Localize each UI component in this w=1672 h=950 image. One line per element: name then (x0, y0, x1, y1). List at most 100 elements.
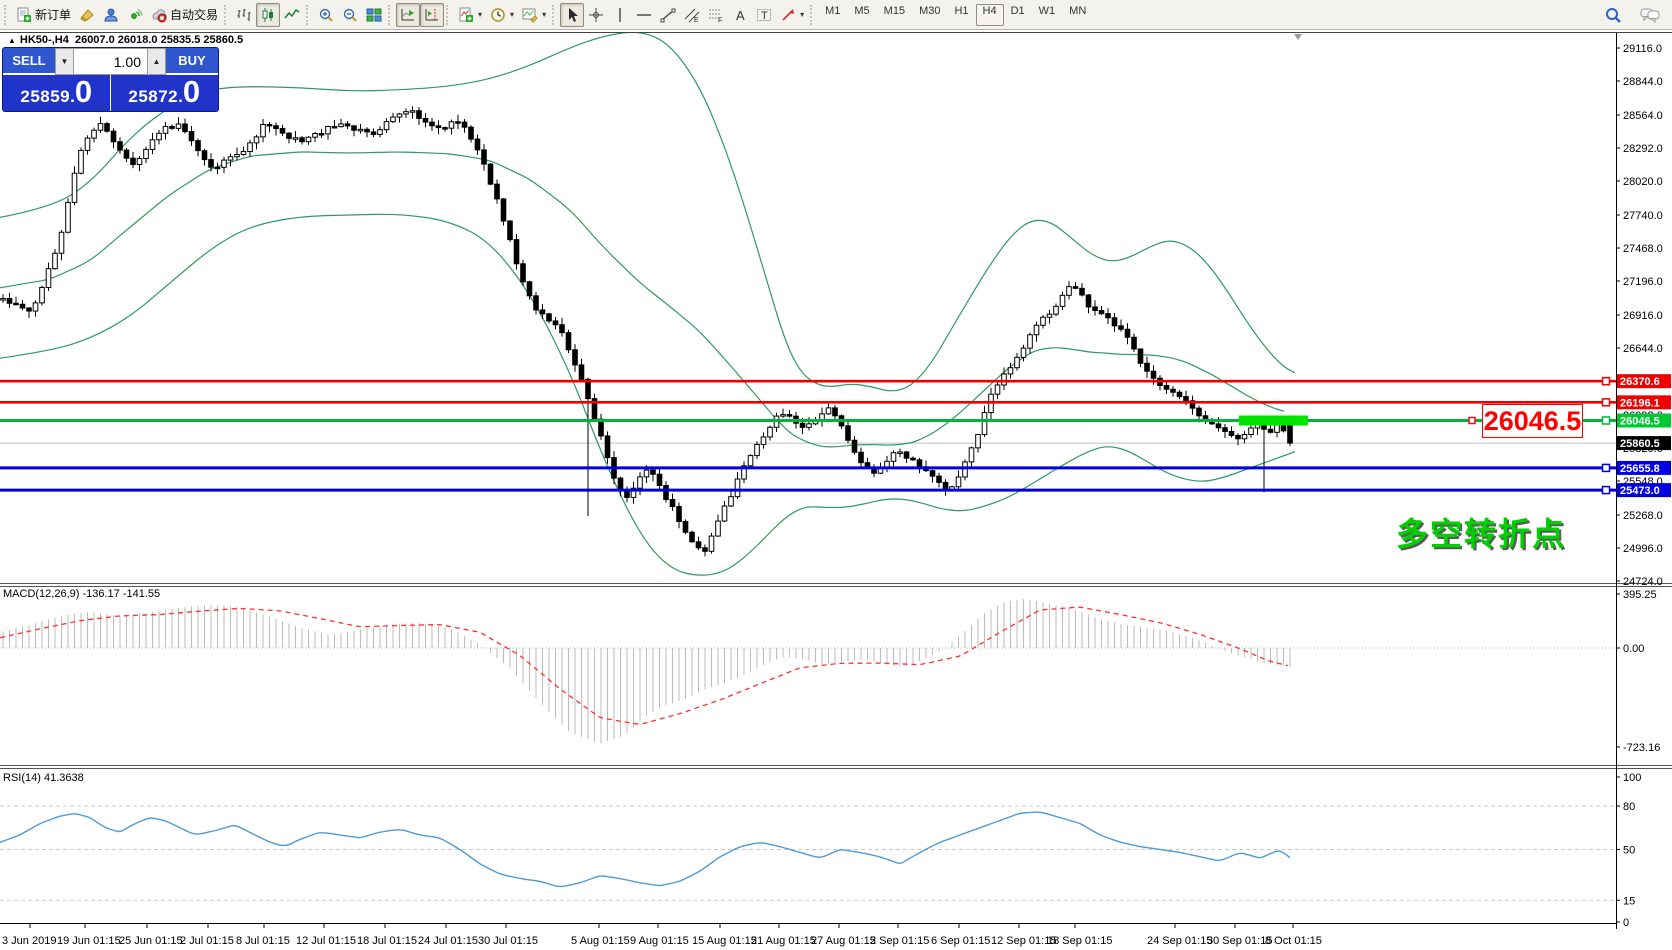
auto-trading-label: 自动交易 (170, 6, 218, 23)
symbol-info: ▲HK50-,H4 26007.0 26018.0 25835.5 25860.… (5, 34, 246, 46)
zoom-out-button[interactable] (338, 3, 362, 27)
macd-tick-label: -723.16 (1623, 742, 1660, 754)
horizontal-line-button[interactable] (632, 3, 656, 27)
turning-point-annotation[interactable]: 多空转折点 (1396, 509, 1566, 555)
toolbar-group-insert: ▾ ▾ ▾ (454, 1, 550, 29)
crosshair-icon (588, 7, 604, 23)
timeframe-tf-m5-button[interactable]: M5 (847, 4, 876, 26)
buy-price-pips: 0 (183, 77, 200, 107)
indicators-button[interactable]: ▾ (454, 3, 486, 27)
price-tick-label: 28292.0 (1623, 143, 1663, 155)
tf-d1-label: D1 (1011, 5, 1025, 17)
price-tag-25655.8: 25655.8 (1617, 461, 1671, 475)
rsi-indicator-label: RSI(14) 41.3638 (3, 772, 84, 784)
timeframe-tf-m1-button[interactable]: M1 (818, 4, 847, 26)
date-tick-label: 9 Aug 01:15 (630, 935, 689, 947)
eraser-button[interactable] (75, 3, 99, 27)
line-chart-button[interactable] (280, 3, 304, 27)
tf-mn-label: MN (1069, 5, 1086, 17)
panel-toggle-icon[interactable]: ▲ (8, 36, 16, 45)
trendline-button[interactable] (656, 3, 680, 27)
clock-icon (490, 7, 506, 23)
templates-button[interactable]: ▾ (518, 3, 550, 27)
price-tick-label: 25268.0 (1623, 510, 1663, 522)
auto-trading-button[interactable]: 自动交易 (147, 3, 222, 27)
timeframe-tf-w1-button[interactable]: W1 (1032, 4, 1063, 26)
text-label-button[interactable]: T (752, 3, 776, 27)
rsi-tick-label: 0 (1623, 917, 1629, 929)
tf-m1-label: M1 (825, 5, 840, 17)
crosshair-button[interactable] (584, 3, 608, 27)
tile-windows-button[interactable] (362, 3, 386, 27)
fibo-icon: F (708, 7, 724, 23)
volume-input[interactable]: 1.00 (74, 48, 147, 75)
toolbar: 新订单 自动交易 ▾ ▾ ▾ E F AT ▾ M1 M5 M15 M30H1 H4 D1 W1 MN (0, 0, 1672, 30)
price-tag-25473.0: 25473.0 (1617, 483, 1671, 497)
chart-shift-button[interactable] (420, 3, 444, 27)
bar-chart-button[interactable] (232, 3, 256, 27)
equidistant-channel-button[interactable]: E (680, 3, 704, 27)
template-icon (522, 7, 538, 23)
signal-icon (127, 7, 143, 23)
price-annotation-label[interactable]: 26046.5 (1482, 404, 1583, 438)
profile-icon (103, 7, 119, 23)
sell-price-pips: 0 (75, 77, 92, 107)
timeframe-tf-mn-button[interactable]: MN (1062, 4, 1093, 26)
date-tick-label: 24 Sep 01:15 (1147, 935, 1212, 947)
zoom-in-button[interactable] (314, 3, 338, 27)
date-tick-label: 12 Jul 01:15 (296, 935, 356, 947)
price-tick-label: 28020.0 (1623, 176, 1663, 188)
eraser-icon (79, 7, 95, 23)
volume-decrease-button[interactable]: ▼ (55, 48, 74, 75)
hline-handle (1603, 464, 1610, 471)
textT-icon: T (756, 7, 772, 23)
vertical-line-button[interactable] (608, 3, 632, 27)
candles-icon (260, 7, 276, 23)
fibonacci-button[interactable]: F (704, 3, 728, 27)
timeframe-tf-m30-button[interactable]: M30 (912, 4, 947, 26)
timeframe-tf-m15-button[interactable]: M15 (877, 4, 912, 26)
price-tick-label: 26916.0 (1623, 310, 1663, 322)
auto-scroll-button[interactable] (396, 3, 420, 27)
timeframe-tf-h1-button[interactable]: H1 (947, 4, 975, 26)
dropdown-caret-icon: ▾ (478, 10, 482, 19)
toolbar-group-zoom (314, 1, 386, 29)
dropdown-caret-icon: ▾ (510, 10, 514, 19)
volume-increase-button[interactable]: ▲ (147, 48, 166, 75)
search-button[interactable] (1600, 3, 1626, 27)
periods-button[interactable]: ▾ (486, 3, 518, 27)
timeframe-tf-d1-button[interactable]: D1 (1004, 4, 1032, 26)
signals-button[interactable] (123, 3, 147, 27)
zoom-out-icon (342, 7, 358, 23)
toolbar-group-grip (810, 5, 815, 25)
dropdown-caret-icon: ▾ (800, 10, 804, 19)
hline-icon (636, 7, 652, 23)
buy-button[interactable]: BUY (166, 48, 218, 75)
sell-price[interactable]: 25859.0 (3, 75, 111, 111)
date-tick-label: 21 Aug 01:15 (751, 935, 816, 947)
profile-button[interactable] (99, 3, 123, 27)
sell-button[interactable]: SELL (3, 48, 55, 75)
textA-icon: A (732, 7, 748, 23)
date-tick-label: 25 Jun 01:15 (119, 935, 183, 947)
arrows-button[interactable]: ▾ (776, 3, 808, 27)
date-tick-label: 3 Jun 2019 (2, 935, 56, 947)
new-order-button[interactable]: 新订单 (12, 3, 75, 27)
hline-handle (1603, 487, 1610, 494)
date-tick-label: 30 Sep 01:15 (1207, 935, 1272, 947)
svg-text:25473.0: 25473.0 (1620, 485, 1660, 497)
buy-price[interactable]: 25872.0 (111, 75, 219, 111)
macd-indicator-label: MACD(12,26,9) -136.17 -141.55 (3, 588, 160, 600)
hline-handle (1603, 399, 1610, 406)
chart-canvas[interactable]: 29116.028844.028564.028292.028020.027740… (0, 0, 1672, 950)
community-button[interactable] (1636, 3, 1664, 27)
timeframe-tf-h4-button[interactable]: H4 (976, 4, 1004, 26)
text-button[interactable]: A (728, 3, 752, 27)
candlestick-chart-button[interactable] (256, 3, 280, 27)
tf-h4-label: H4 (983, 5, 997, 17)
price-tag-26370.6: 26370.6 (1617, 374, 1671, 388)
hline-handle (1603, 378, 1610, 385)
cursor-button[interactable] (560, 3, 584, 27)
svg-text:F: F (718, 17, 722, 23)
tf-m15-label: M15 (884, 5, 905, 17)
